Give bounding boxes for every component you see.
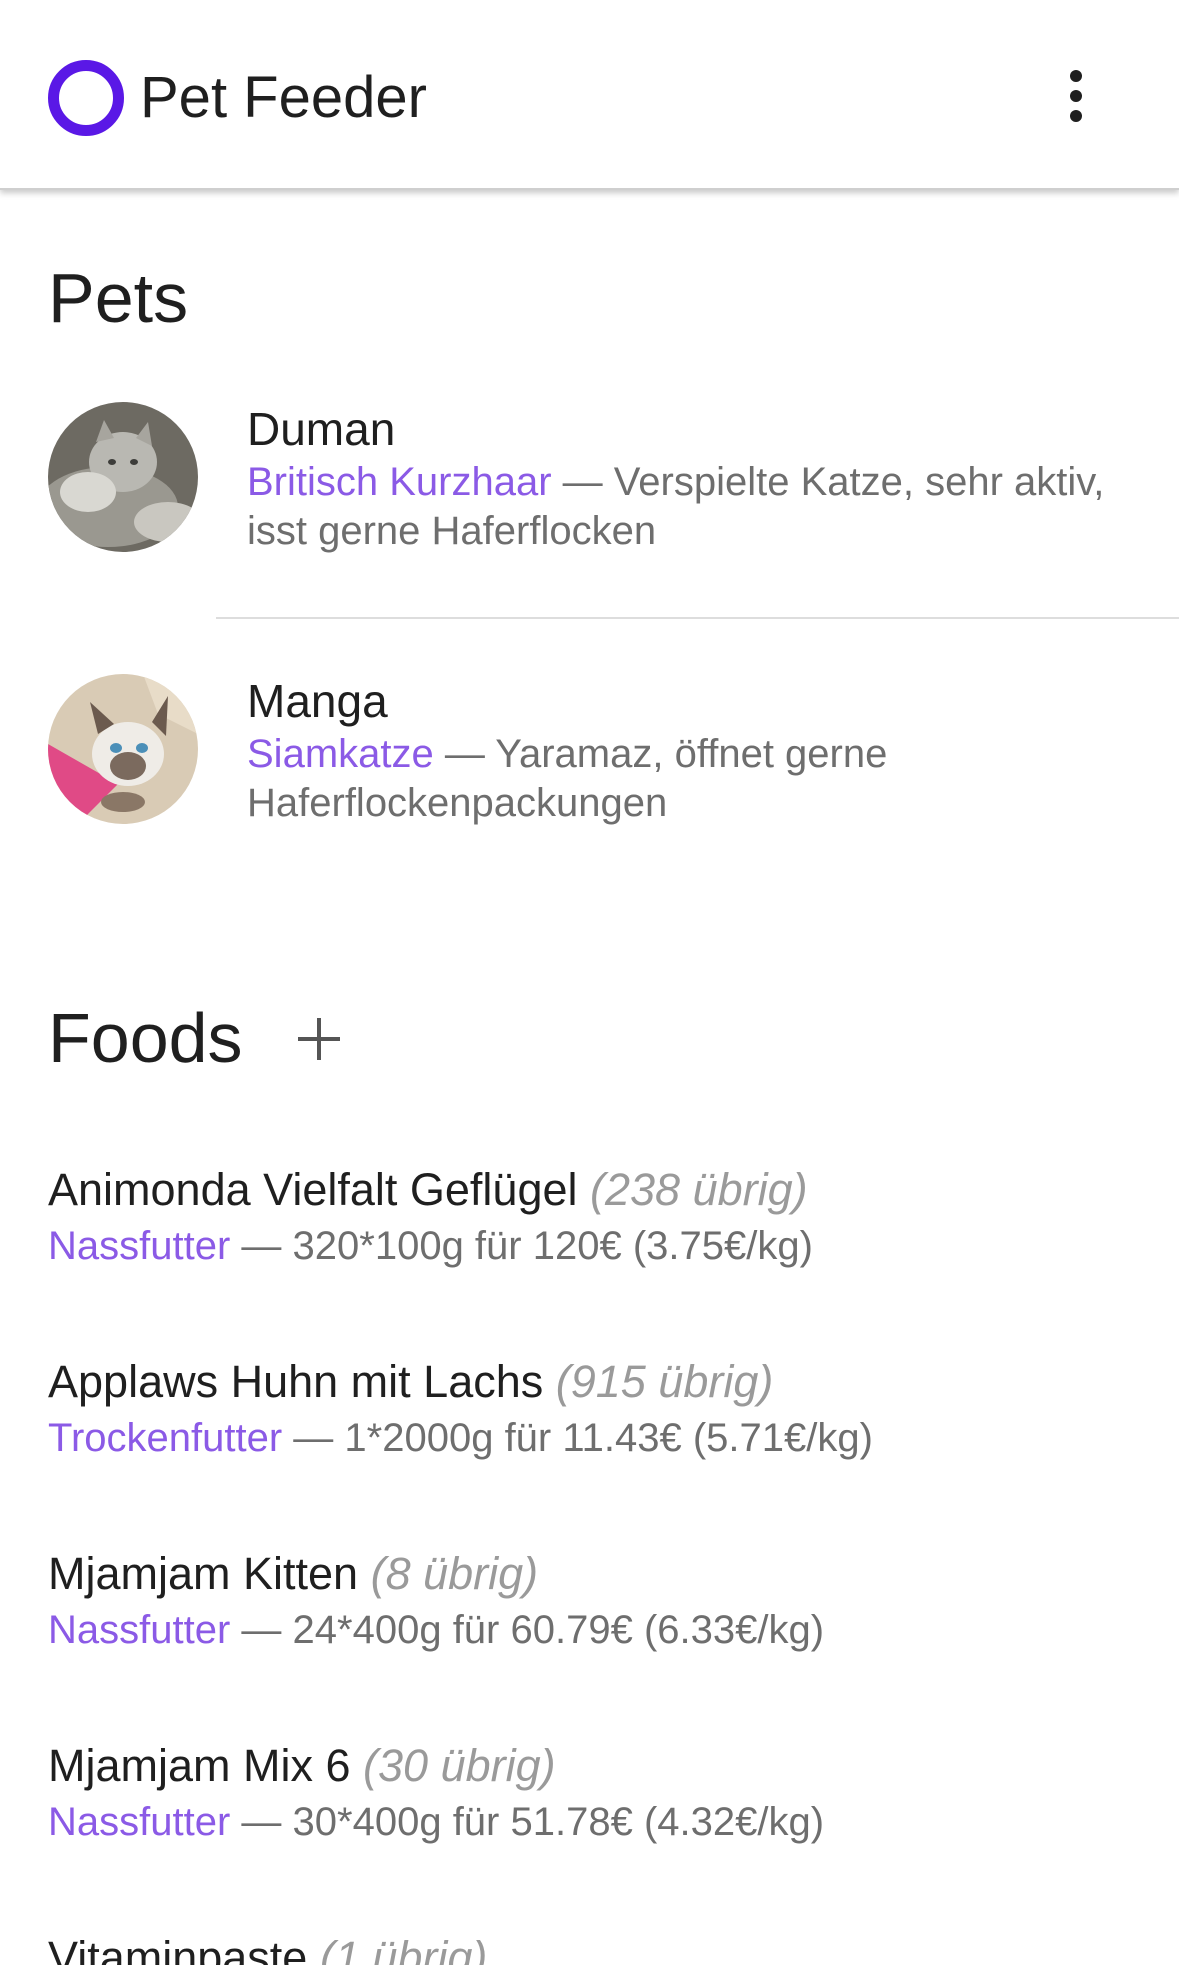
food-item[interactable]: Animonda Vielfalt Geflügel (238 übrig) N… bbox=[48, 1162, 1148, 1272]
food-name: Applaws Huhn mit Lachs bbox=[48, 1356, 544, 1407]
pet-avatar bbox=[48, 402, 198, 552]
pet-avatar bbox=[48, 674, 198, 824]
food-remaining: (30 übrig) bbox=[363, 1740, 556, 1791]
pets-heading: Pets bbox=[48, 259, 189, 337]
food-type: Nassfutter bbox=[48, 1800, 231, 1844]
pet-description: Britisch Kurzhaar — Verspielte Katze, se… bbox=[247, 460, 1105, 553]
divider bbox=[216, 617, 1179, 619]
food-remaining: (915 übrig) bbox=[555, 1356, 774, 1407]
food-item[interactable]: Mjamjam Mix 6 (30 übrig) Nassfutter — 30… bbox=[48, 1738, 1148, 1848]
food-name: Animonda Vielfalt Geflügel bbox=[48, 1164, 578, 1215]
pet-item-duman[interactable]: Duman Britisch Kurzhaar — Verspielte Kat… bbox=[0, 402, 1179, 553]
pet-item-manga[interactable]: Manga Siamkatze — Yaramaz, öffnet gerne … bbox=[0, 674, 1179, 825]
food-remaining: (1 übrig) bbox=[319, 1932, 488, 1965]
food-details: 1*2000g für 11.43€ (5.71€/kg) bbox=[344, 1416, 873, 1460]
food-item[interactable]: Vitaminpaste (1 übrig) bbox=[48, 1930, 1148, 1965]
app-bar: Pet Feeder bbox=[0, 0, 1179, 190]
food-type: Trockenfutter bbox=[48, 1416, 283, 1460]
food-type: Nassfutter bbox=[48, 1224, 231, 1268]
pet-breed: Britisch Kurzhaar bbox=[247, 460, 552, 504]
food-remaining: (238 übrig) bbox=[590, 1164, 808, 1215]
app-title: Pet Feeder bbox=[140, 65, 427, 130]
food-item[interactable]: Applaws Huhn mit Lachs (915 übrig) Trock… bbox=[48, 1354, 1148, 1464]
food-details: 24*400g für 60.79€ (6.33€/kg) bbox=[292, 1608, 825, 1652]
food-remaining: (8 übrig) bbox=[370, 1548, 539, 1599]
pet-description: Siamkatze — Yaramaz, öffnet gerne Haferf… bbox=[247, 732, 888, 825]
main-content: Pets Duman Britisch Kurzhaar — Verspielt… bbox=[0, 192, 1179, 1965]
foods-heading: Foods bbox=[48, 999, 243, 1077]
food-name: Vitaminpaste bbox=[48, 1932, 308, 1965]
plus-icon[interactable] bbox=[290, 1009, 350, 1069]
pet-name: Duman bbox=[247, 403, 396, 455]
food-type: Nassfutter bbox=[48, 1608, 231, 1652]
food-details: 320*100g für 120€ (3.75€/kg) bbox=[292, 1224, 813, 1268]
ring-logo-icon bbox=[48, 60, 124, 136]
pet-name: Manga bbox=[247, 675, 388, 727]
pet-breed: Siamkatze bbox=[247, 732, 434, 776]
food-details: 30*400g für 51.78€ (4.32€/kg) bbox=[292, 1800, 825, 1844]
food-item[interactable]: Mjamjam Kitten (8 übrig) Nassfutter — 24… bbox=[48, 1546, 1148, 1656]
more-vert-icon[interactable] bbox=[1046, 66, 1106, 126]
food-name: Mjamjam Mix 6 bbox=[48, 1740, 351, 1791]
food-name: Mjamjam Kitten bbox=[48, 1548, 359, 1599]
